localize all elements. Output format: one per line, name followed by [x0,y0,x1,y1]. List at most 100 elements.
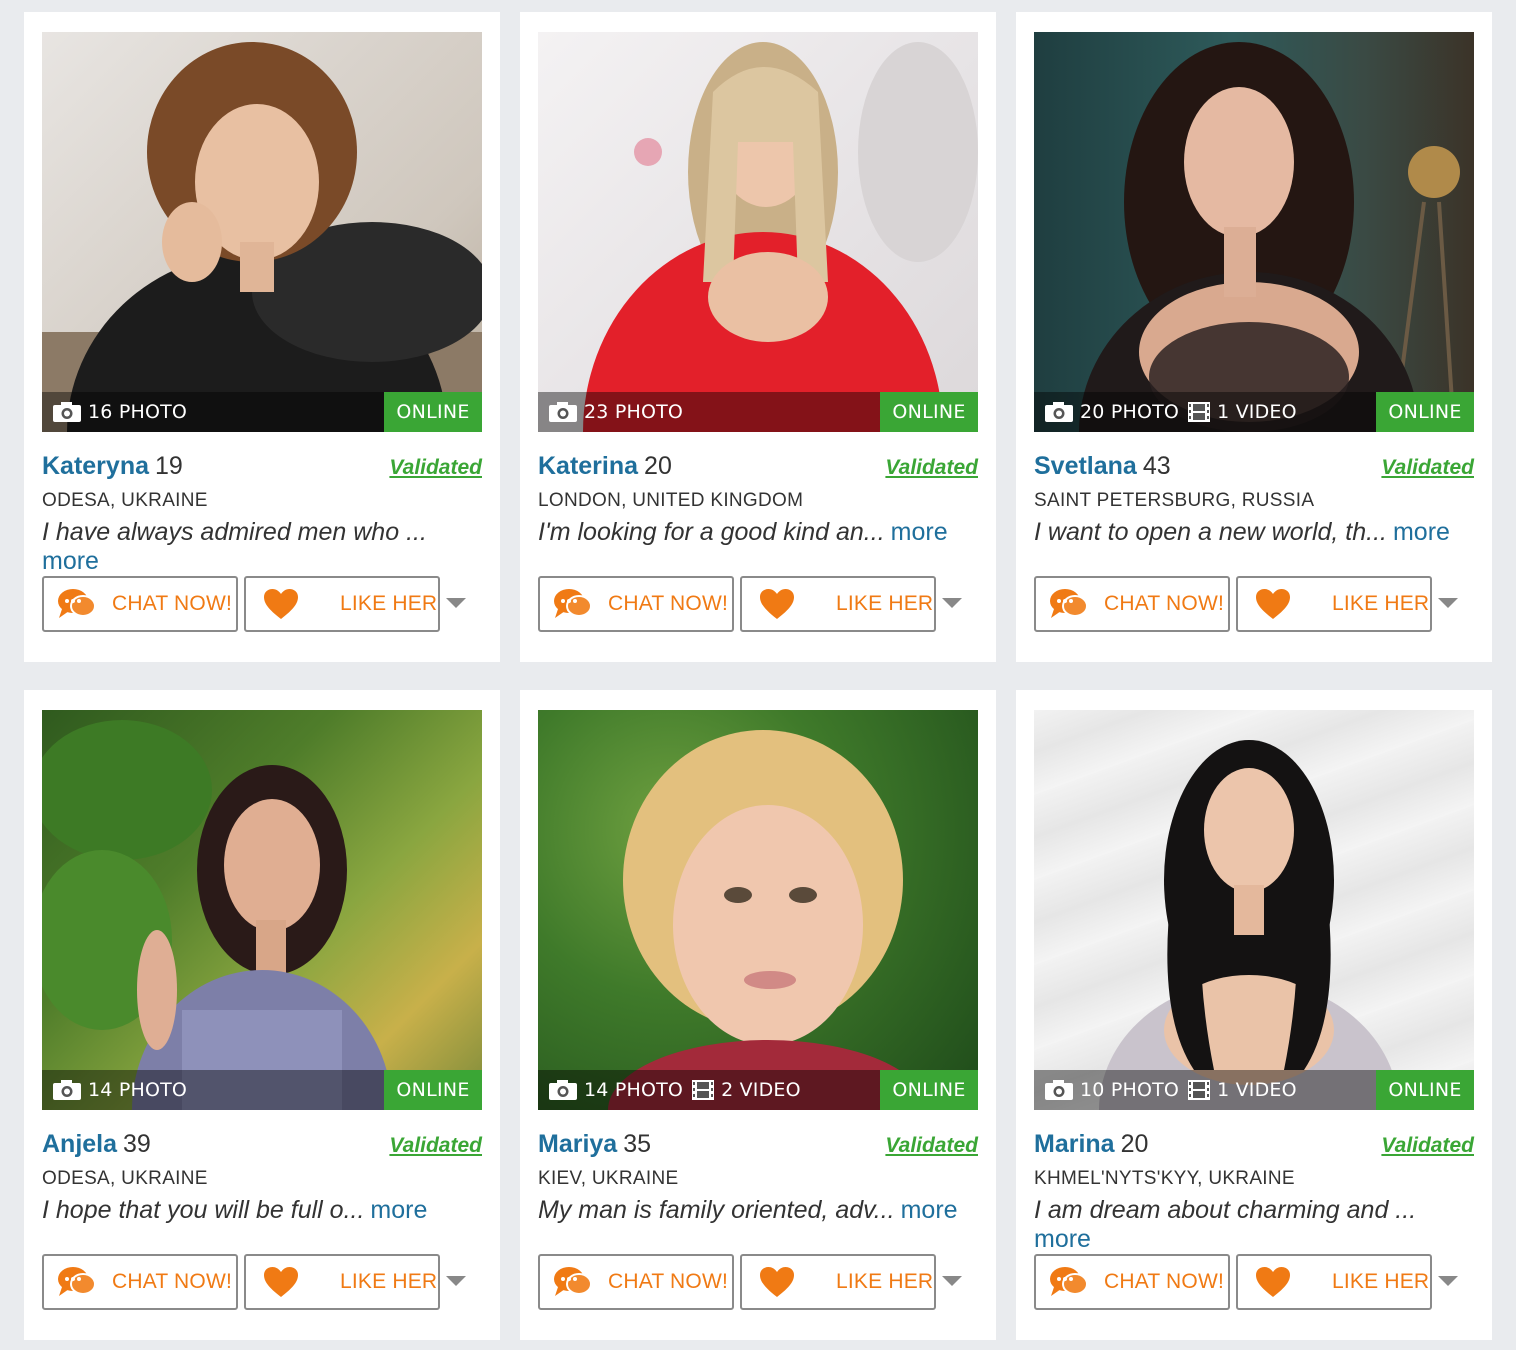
heart-icon [760,589,794,619]
profile-photo-image [42,720,392,1110]
more-link[interactable]: more [1034,1225,1091,1253]
profile-bio: I'm looking for a good kind an... more [538,518,978,547]
profile-photo[interactable]: 14 PHOTO ONLINE [42,710,482,1110]
name-row: Kateryna 19 Validated [42,452,482,488]
profile-photo-image [1079,42,1460,432]
bio-text: I have always admired men who ... [42,518,427,546]
profile-name[interactable]: Marina [1034,1130,1115,1158]
profile-bio: My man is family oriented, adv... more [538,1196,978,1225]
film-icon [1188,1080,1211,1100]
profile-photo[interactable]: 20 PHOTO 1 VIDEO ONLINE [1034,32,1474,432]
like-her-button[interactable]: LIKE HER [740,576,936,632]
film-icon [692,1080,715,1100]
profile-photo[interactable]: 14 PHOTO 2 VIDEO ONLINE [538,710,978,1110]
profile-card[interactable]: 23 PHOTO ONLINE Katerina 20 Validated LON… [520,12,996,662]
name-row: Mariya 35 Validated [538,1130,978,1166]
validated-link[interactable]: Validated [885,1134,978,1158]
profile-name[interactable]: Kateryna [42,452,149,480]
video-count: 2 VIDEO [721,1079,801,1101]
like-her-label: LIKE HER [340,1270,438,1293]
chat-now-button[interactable]: CHAT NOW! [1034,1254,1230,1310]
media-count: 14 PHOTO [52,1070,187,1110]
like-her-label: LIKE HER [1332,1270,1430,1293]
profile-bio: I have always admired men who ... more [42,518,482,576]
profile-photo-image [583,42,978,432]
bio-text: I want to open a new world, th... [1034,518,1387,546]
chat-now-label: CHAT NOW! [1104,1270,1225,1293]
chevron-down-icon[interactable] [446,598,466,608]
profile-bio: I am dream about charming and ... more [1034,1196,1474,1254]
profile-photo[interactable]: 23 PHOTO ONLINE [538,32,978,432]
more-link[interactable]: more [1393,518,1450,546]
profile-photo[interactable]: 16 PHOTO ONLINE [42,32,482,432]
photo-count: 16 PHOTO [88,401,188,423]
validated-link[interactable]: Validated [389,456,482,480]
more-link[interactable]: more [42,547,99,575]
profile-card[interactable]: 14 PHOTO 2 VIDEO ONLINE Mariya 35 Validat… [520,690,996,1340]
more-link[interactable]: more [891,518,948,546]
bio-text: I hope that you will be full o... [42,1196,365,1224]
chat-bubbles-icon [1050,589,1088,618]
online-badge: ONLINE [1376,1070,1474,1110]
profile-age: 35 [623,1130,652,1158]
chevron-down-icon[interactable] [1438,598,1458,608]
chat-bubbles-icon [554,1267,592,1296]
chat-bubbles-icon [554,589,592,618]
camera-icon [549,402,577,422]
bio-text: My man is family oriented, adv... [538,1196,895,1224]
chat-now-label: CHAT NOW! [112,1270,233,1293]
video-count: 1 VIDEO [1217,401,1297,423]
chevron-down-icon[interactable] [446,1276,466,1286]
name-row: Katerina 20 Validated [538,452,978,488]
like-her-label: LIKE HER [836,1270,934,1293]
online-badge: ONLINE [384,1070,482,1110]
validated-link[interactable]: Validated [1381,456,1474,480]
media-count: 20 PHOTO 1 VIDEO [1044,392,1297,432]
profile-bio: I hope that you will be full o... more [42,1196,482,1225]
profile-card[interactable]: 16 PHOTO ONLINE Kateryna 19 Validated ODE… [24,12,500,662]
chat-now-button[interactable]: CHAT NOW! [538,576,734,632]
profile-name[interactable]: Mariya [538,1130,617,1158]
chat-now-button[interactable]: CHAT NOW! [1034,576,1230,632]
like-her-button[interactable]: LIKE HER [1236,576,1432,632]
like-her-button[interactable]: LIKE HER [1236,1254,1432,1310]
photo-count: 23 PHOTO [584,401,684,423]
profile-card[interactable]: 10 PHOTO 1 VIDEO ONLINE Marina 20 Validat… [1016,690,1492,1340]
name-row: Svetlana 43 Validated [1034,452,1474,488]
bio-text: I am dream about charming and ... [1034,1196,1417,1224]
chevron-down-icon[interactable] [1438,1276,1458,1286]
name-row: Anjela 39 Validated [42,1130,482,1166]
profile-photo-image [608,730,928,1110]
profile-name[interactable]: Katerina [538,452,638,480]
profile-photo-image [42,42,482,432]
profile-name[interactable]: Svetlana [1034,452,1137,480]
chevron-down-icon[interactable] [942,598,962,608]
profile-name[interactable]: Anjela [42,1130,117,1158]
profile-location: LONDON, UNITED KINGDOM [538,490,804,511]
like-her-button[interactable]: LIKE HER [740,1254,936,1310]
photo-count: 14 PHOTO [584,1079,684,1101]
validated-link[interactable]: Validated [885,456,978,480]
validated-link[interactable]: Validated [1381,1134,1474,1158]
chat-now-button[interactable]: CHAT NOW! [42,576,238,632]
chat-now-button[interactable]: CHAT NOW! [42,1254,238,1310]
like-her-button[interactable]: LIKE HER [244,1254,440,1310]
validated-link[interactable]: Validated [389,1134,482,1158]
bio-text: I'm looking for a good kind an... [538,518,885,546]
like-her-button[interactable]: LIKE HER [244,576,440,632]
online-badge: ONLINE [880,392,978,432]
camera-icon [53,402,81,422]
profile-photo[interactable]: 10 PHOTO 1 VIDEO ONLINE [1034,710,1474,1110]
chat-now-button[interactable]: CHAT NOW! [538,1254,734,1310]
online-badge: ONLINE [880,1070,978,1110]
profile-bio: I want to open a new world, th... more [1034,518,1474,547]
more-link[interactable]: more [901,1196,958,1224]
chat-bubbles-icon [58,589,96,618]
more-link[interactable]: more [370,1196,427,1224]
chevron-down-icon[interactable] [942,1276,962,1286]
profile-location: KIEV, UKRAINE [538,1168,679,1189]
chat-bubbles-icon [58,1267,96,1296]
profile-card[interactable]: 14 PHOTO ONLINE Anjela 39 Validated ODESA… [24,690,500,1340]
camera-icon [53,1080,81,1100]
profile-card[interactable]: 20 PHOTO 1 VIDEO ONLINE Svetlana 43 Valid… [1016,12,1492,662]
